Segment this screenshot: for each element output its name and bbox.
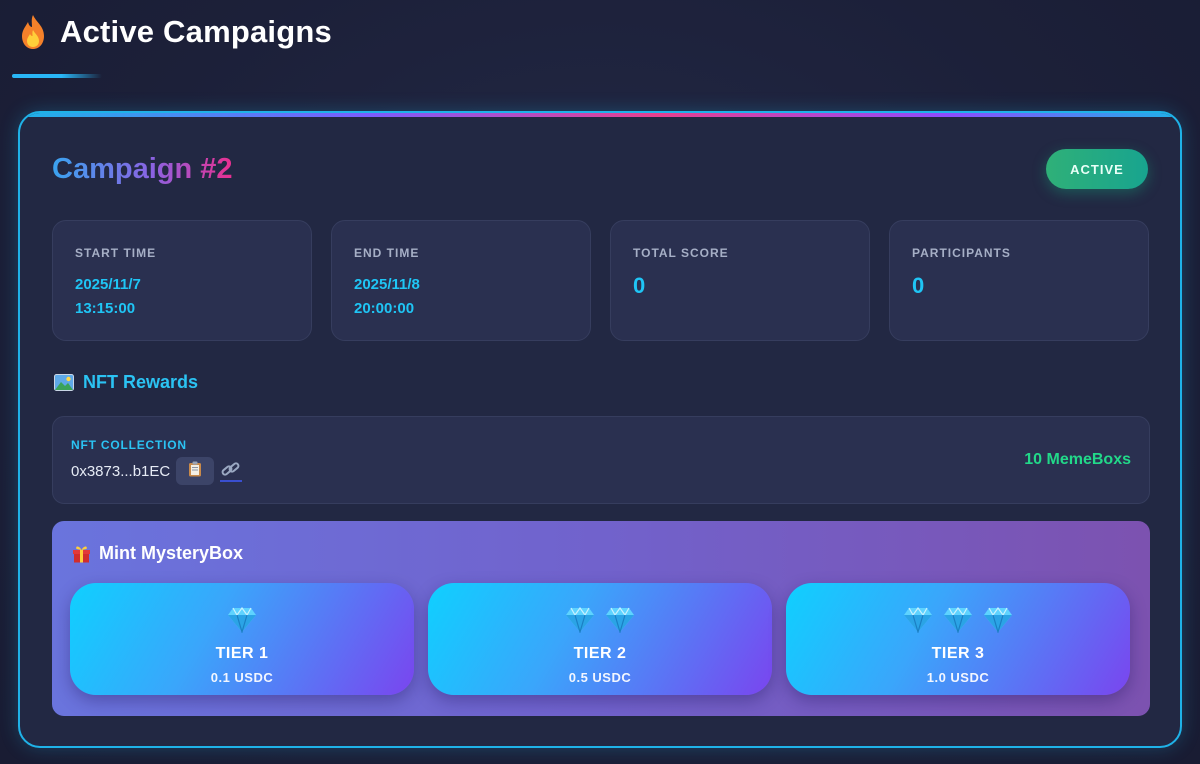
copy-address-button[interactable] bbox=[176, 457, 215, 485]
mint-heading: Mint MysteryBox bbox=[72, 543, 243, 564]
card-top-accent-bar bbox=[20, 113, 1180, 117]
campaign-title: Campaign #2 bbox=[52, 153, 233, 185]
stat-label: START TIME bbox=[75, 246, 157, 260]
page-title: Active Campaigns bbox=[60, 14, 332, 49]
gift-icon bbox=[72, 544, 91, 563]
gem-icon bbox=[605, 606, 635, 635]
tier-price: 1.0 USDC bbox=[926, 670, 990, 685]
nft-rewards-heading: NFT Rewards bbox=[54, 372, 198, 393]
end-clock: 20:00:00 bbox=[354, 300, 415, 317]
participants-value: 0 bbox=[912, 273, 925, 298]
nft-collection-label: NFT COLLECTION bbox=[71, 438, 187, 452]
picture-icon bbox=[54, 374, 74, 391]
gem-icon bbox=[227, 606, 257, 635]
stat-value: 2025/11/8 20:00:00 bbox=[354, 273, 568, 321]
gem-group bbox=[565, 606, 635, 635]
stat-start-time: START TIME 2025/11/7 13:15:00 bbox=[52, 220, 312, 341]
clipboard-icon bbox=[188, 461, 202, 482]
stat-total-score: TOTAL SCORE 0 bbox=[610, 220, 870, 341]
tier-price: 0.1 USDC bbox=[210, 670, 274, 685]
nft-rewards-heading-text: NFT Rewards bbox=[83, 372, 199, 392]
nft-collection-box: NFT COLLECTION 0x3873...b1EC 10 MemeBoxs bbox=[52, 416, 1150, 504]
stat-label: END TIME bbox=[354, 246, 420, 260]
gem-group bbox=[903, 606, 1013, 635]
fire-icon bbox=[20, 14, 46, 50]
tier-price: 0.5 USDC bbox=[568, 670, 632, 685]
gem-icon bbox=[903, 606, 933, 635]
stat-participants: PARTICIPANTS 0 bbox=[889, 220, 1149, 341]
start-clock: 13:15:00 bbox=[75, 300, 136, 317]
tier-name: TIER 3 bbox=[931, 645, 985, 662]
nft-address-row: 0x3873...b1EC bbox=[71, 457, 243, 485]
tier-name: TIER 2 bbox=[573, 645, 627, 662]
gem-icon bbox=[565, 606, 595, 635]
tier-1-card[interactable]: TIER 1 0.1 USDC bbox=[70, 583, 414, 695]
mint-heading-text: Mint MysteryBox bbox=[99, 543, 244, 563]
link-icon[interactable] bbox=[220, 460, 243, 482]
title-underline bbox=[12, 74, 102, 78]
end-date: 2025/11/8 bbox=[354, 276, 420, 293]
stat-end-time: END TIME 2025/11/8 20:00:00 bbox=[331, 220, 591, 341]
gem-icon bbox=[943, 606, 973, 635]
tier-2-card[interactable]: TIER 2 0.5 USDC bbox=[428, 583, 772, 695]
stat-label: PARTICIPANTS bbox=[912, 246, 1011, 260]
campaign-card: Campaign #2 ACTIVE START TIME 2025/11/7 … bbox=[18, 111, 1182, 748]
stat-label: TOTAL SCORE bbox=[633, 246, 729, 260]
nft-count: 10 MemeBoxs bbox=[1024, 451, 1131, 468]
tier-name: TIER 1 bbox=[215, 645, 269, 662]
mint-panel: Mint MysteryBox TIER 1 0.1 USDC TIER 2 0… bbox=[52, 521, 1150, 716]
page-header: Active Campaigns bbox=[20, 14, 332, 50]
status-badge: ACTIVE bbox=[1046, 149, 1148, 189]
total-score-value: 0 bbox=[633, 273, 646, 298]
tier-3-card[interactable]: TIER 3 1.0 USDC bbox=[786, 583, 1130, 695]
nft-contract-address[interactable]: 0x3873...b1EC bbox=[71, 463, 170, 480]
start-date: 2025/11/7 bbox=[75, 276, 141, 293]
stat-value: 2025/11/7 13:15:00 bbox=[75, 273, 289, 321]
gem-group bbox=[227, 606, 257, 635]
gem-icon bbox=[983, 606, 1013, 635]
